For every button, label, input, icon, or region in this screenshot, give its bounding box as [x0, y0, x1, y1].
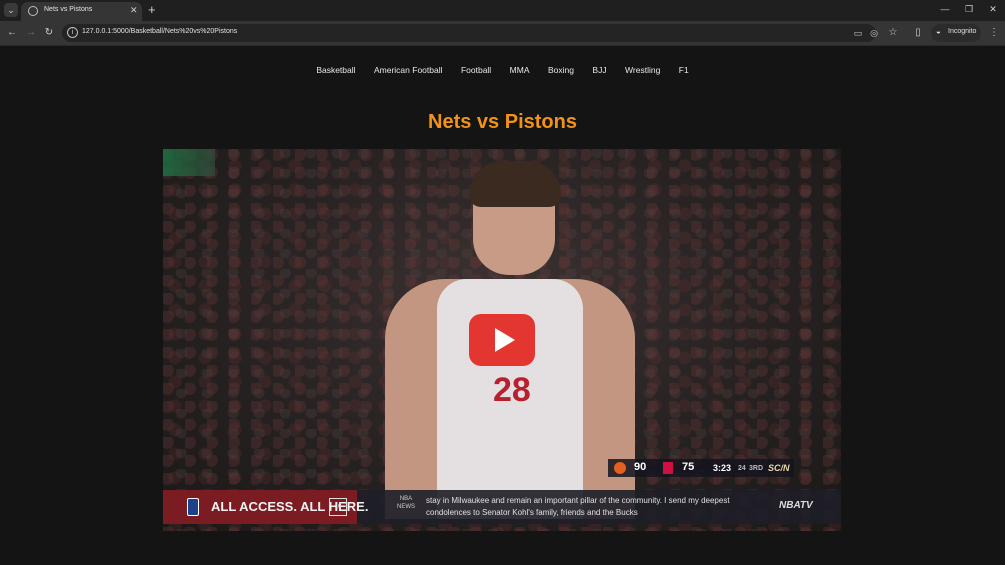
video-corner-graphic	[163, 149, 215, 176]
incognito-icon: ◒	[936, 27, 941, 36]
nav-f1[interactable]: F1	[679, 65, 689, 75]
globe-icon	[28, 6, 38, 16]
tab-search-icon[interactable]: ⌄	[4, 3, 18, 17]
shot-clock: 24	[738, 465, 746, 472]
rockets-logo-icon	[663, 462, 673, 474]
game-clock: 3:23	[713, 463, 732, 473]
browser-toolbar: ← → ↻ i 127.0.0.1:5000/Basketball/Nets%2…	[0, 21, 1005, 46]
nav-bjj[interactable]: BJJ	[592, 65, 606, 75]
restore-icon[interactable]: ❐	[962, 4, 976, 15]
tracking-protection-icon[interactable]: ◎	[868, 27, 880, 39]
tab-title: Nets vs Pistons	[44, 6, 93, 13]
nav-basketball[interactable]: Basketball	[316, 65, 355, 75]
player-hair	[469, 161, 561, 207]
home-score: 75	[682, 461, 695, 473]
url-text[interactable]: 127.0.0.1:5000/Basketball/Nets%20vs%20Pi…	[82, 28, 237, 35]
tab-strip: ⌄ Nets vs Pistons ✕ + — ❐ ✕	[0, 0, 1005, 21]
site-info-icon[interactable]: i	[67, 27, 78, 38]
active-tab[interactable]: Nets vs Pistons ✕	[21, 2, 142, 21]
minimize-icon[interactable]: —	[938, 4, 952, 14]
promo-banner: ALL ACCESS. ALL HERE. 10	[163, 490, 368, 524]
address-bar[interactable]: i 127.0.0.1:5000/Basketball/Nets%20vs%20…	[62, 24, 878, 42]
nbatv-logo: NBATV	[779, 500, 813, 511]
suns-logo-icon	[614, 462, 626, 474]
page-title: Nets vs Pistons	[428, 111, 577, 133]
lower-third: ALL ACCESS. ALL HERE. 10 NBA NEWS stay i…	[163, 490, 841, 524]
nba-logo-icon	[187, 498, 199, 516]
news-tag: NBA NEWS	[397, 496, 415, 510]
period: 3RD	[749, 465, 764, 472]
jersey-number: 28	[493, 371, 531, 409]
incognito-indicator[interactable]: ◒ Incognito	[931, 24, 981, 42]
away-score: 90	[634, 461, 647, 473]
new-tab-button[interactable]: +	[148, 2, 156, 17]
side-panel-icon[interactable]: ▯	[911, 26, 925, 40]
nav-wrestling[interactable]: Wrestling	[625, 65, 660, 75]
nav-mma[interactable]: MMA	[510, 65, 530, 75]
news-ticker: stay in Milwaukee and remain an importan…	[426, 496, 730, 517]
page-body: Basketball American Football Football MM…	[0, 46, 1005, 565]
video-player[interactable]: 28 90 75 3:23 24 3RD SC/N ALL ACCESS. AL…	[163, 149, 841, 531]
reload-icon[interactable]: ↻	[42, 26, 56, 40]
nav-american-football[interactable]: American Football	[374, 65, 443, 75]
close-window-icon[interactable]: ✕	[986, 4, 1000, 15]
play-button[interactable]	[469, 314, 535, 366]
sport-nav: Basketball American Football Football MM…	[0, 60, 1005, 78]
back-icon[interactable]: ←	[5, 26, 19, 40]
tab-close-icon[interactable]: ✕	[130, 5, 138, 16]
forward-icon[interactable]: →	[24, 26, 38, 40]
nav-football[interactable]: Football	[461, 65, 491, 75]
menu-kebab-icon[interactable]: ⋮	[987, 26, 1001, 40]
promo-badge: 10	[329, 498, 347, 516]
scorebug: 90 75 3:23 24 3RD SC/N	[608, 459, 794, 477]
nav-boxing[interactable]: Boxing	[548, 65, 574, 75]
network-tag: SC/N	[768, 463, 790, 473]
bookmark-star-icon[interactable]: ☆	[886, 26, 900, 40]
cast-icon[interactable]: ▭	[852, 27, 864, 39]
incognito-label: Incognito	[948, 28, 977, 35]
